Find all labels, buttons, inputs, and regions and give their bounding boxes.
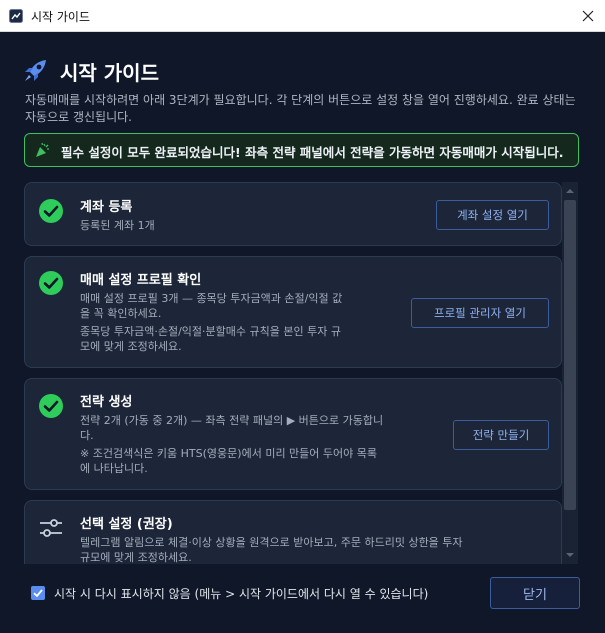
step-detail: 을 꼭 확인하세요.	[80, 307, 162, 320]
page-description: 자동매매를 시작하려면 아래 3단계가 필요합니다. 각 단계의 버튼으로 설정…	[25, 93, 576, 124]
step-detail: 전략 2개 (가동 중 2개) — 좌측 전략 패널의 ▶ 버튼으로 가동합니	[80, 414, 384, 427]
scroll-down-icon[interactable]	[562, 548, 578, 562]
open-profile-manager-button[interactable]: 프로필 관리자 열기	[411, 298, 549, 328]
step-detail: 종목당 투자금액·손절/익절·분할매수 규칙을 본인 투자 규	[80, 325, 341, 338]
scrollbar-thumb[interactable]	[564, 200, 576, 510]
step-detail: 등록된 계좌 1개	[80, 219, 155, 232]
sliders-icon	[40, 519, 62, 537]
close-button[interactable]: 닫기	[490, 577, 580, 609]
completion-banner-text: 필수 설정이 모두 완료되었습니다! 좌측 전략 패널에서 전략을 가동하면 자…	[61, 145, 564, 160]
step-detail: 모에 맞게 조정하세요.	[80, 340, 182, 353]
window-close-button[interactable]	[574, 2, 602, 30]
check-circle-icon	[39, 199, 63, 223]
window-title: 시작 가이드	[31, 10, 91, 24]
open-account-settings-button[interactable]: 계좌 설정 열기	[436, 200, 549, 230]
step-title: 전략 생성	[80, 395, 133, 410]
step-list-scrollbar[interactable]	[562, 182, 578, 564]
step-detail: 에 나타납니다.	[80, 462, 148, 475]
step-detail: ※ 조건검색식은 키움 HTS(영웅문)에서 미리 만들어 두어야 목록	[80, 447, 378, 460]
create-strategy-button[interactable]: 전략 만들기	[453, 420, 549, 450]
step-title: 선택 설정 (권장)	[80, 517, 173, 532]
checkmark-icon	[33, 589, 43, 598]
step-card-strategy: 전략 생성 전략 2개 (가동 중 2개) — 좌측 전략 패널의 ▶ 버튼으로…	[24, 378, 562, 490]
window-titlebar: 시작 가이드	[0, 0, 605, 32]
step-card-profile: 매매 설정 프로필 확인 매매 설정 프로필 3개 — 종목당 투자금액과 손절…	[24, 256, 562, 368]
completion-banner: 필수 설정이 모두 완료되었습니다! 좌측 전략 패널에서 전략을 가동하면 자…	[24, 133, 579, 167]
step-detail: 텔레그램 알림으로 체결·이상 상황을 원격으로 받아보고, 주문 하드리밋 상…	[80, 536, 463, 549]
dont-show-again-label[interactable]: 시작 시 다시 표시하지 않음 (메뉴 > 시작 가이드에서 다시 열 수 있습…	[54, 585, 428, 602]
close-icon	[582, 10, 594, 22]
scroll-up-icon[interactable]	[562, 184, 578, 198]
rocket-icon	[25, 60, 46, 81]
party-popper-icon	[36, 142, 49, 157]
step-title: 계좌 등록	[80, 200, 133, 215]
step-card-optional: 선택 설정 (권장) 텔레그램 알림으로 체결·이상 상황을 원격으로 받아보고…	[24, 500, 562, 564]
step-card-account: 계좌 등록 등록된 계좌 1개 계좌 설정 열기	[24, 182, 562, 246]
dont-show-again-checkbox[interactable]	[31, 586, 45, 600]
step-detail: 다.	[80, 429, 94, 442]
step-detail: 규모에 맞게 조정하세요.	[80, 551, 192, 564]
check-circle-icon	[39, 394, 63, 418]
step-title: 매매 설정 프로필 확인	[80, 273, 202, 288]
page-title: 시작 가이드	[60, 61, 159, 85]
step-detail: 매매 설정 프로필 3개 — 종목당 투자금액과 손절/익절 값	[80, 292, 343, 305]
step-list[interactable]: 계좌 등록 등록된 계좌 1개 계좌 설정 열기 매매 설정 프로필 확인 매매…	[24, 182, 580, 564]
app-window-icon	[9, 9, 23, 23]
check-circle-icon	[39, 271, 63, 295]
